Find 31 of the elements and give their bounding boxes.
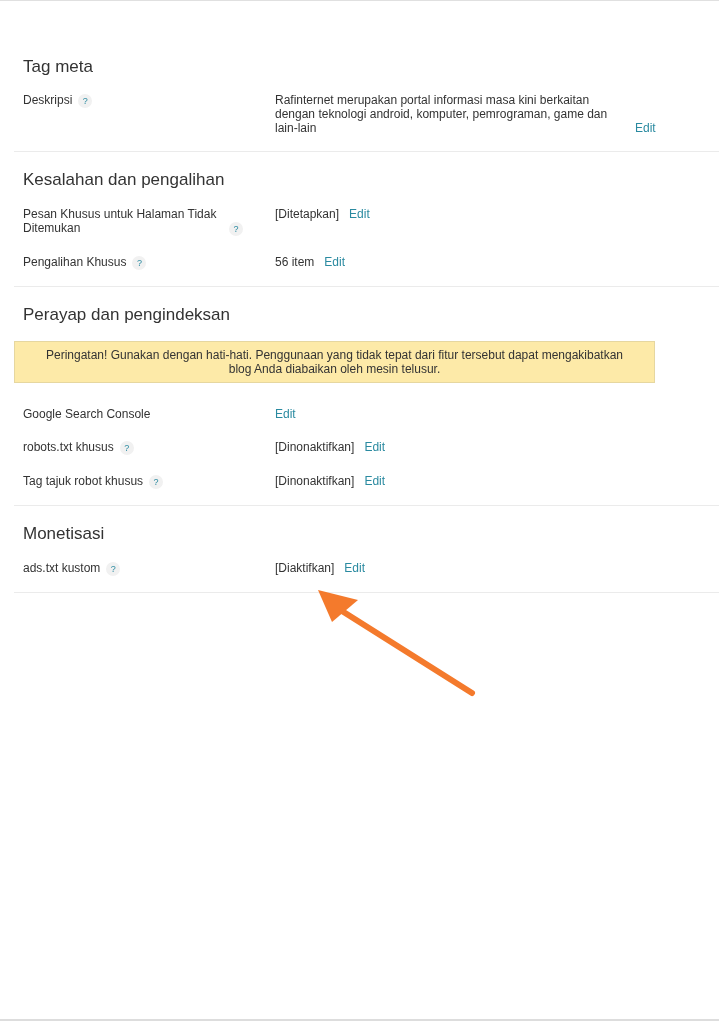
setting-value: [Ditetapkan] [275,206,340,221]
setting-label: Tag tajuk robot khusus [23,474,144,489]
setting-label: Pesan Khusus untuk Halaman Tidak Ditemukan [23,206,218,235]
setting-label: Deskripsi [23,93,73,108]
edit-link[interactable]: Edit [635,121,656,136]
setting-label: ads.txt kustom [23,560,101,575]
help-icon[interactable]: ? [229,221,243,236]
setting-label: Google Search Console [23,407,151,422]
edit-link[interactable]: Edit [349,206,370,221]
edit-link[interactable]: Edit [344,560,366,575]
warning-banner: Peringatan! Gunakan dengan hati-hati. Penggunaan yang tidak tepat dari fitur tersebut dapat mengakibatkan blog Anda diabaikan oleh mesin telusur. [14,341,655,384]
section-title: Perayap dan pengindeksan [23,304,231,326]
setting-value: Rafinternet merupakan portal informasi masa kini berkaitan dengan teknologi android, komputer, pemrograman, game dan lain-lain [275,93,609,136]
section-title: Tag meta [23,57,94,78]
edit-link[interactable]: Edit [324,254,346,269]
setting-value: [Diaktifkan] [275,560,335,575]
setting-label: robots.txt khusus [23,440,114,455]
setting-value: 56 item [275,254,315,269]
setting-value: [Dinonaktifkan] [275,474,355,489]
edit-link[interactable]: Edit [364,474,386,489]
help-icon[interactable]: ? [149,475,164,490]
setting-label: Pengalihan Khusus [23,254,127,269]
help-icon[interactable]: ? [132,255,147,270]
help-icon[interactable]: ? [106,561,121,576]
help-icon[interactable]: ? [78,94,93,109]
help-icon[interactable]: ? [119,441,134,456]
section-title: Kesalahan dan pengalihan [23,170,226,191]
edit-link[interactable]: Edit [275,407,296,422]
edit-link[interactable]: Edit [364,440,386,455]
setting-value: [Dinonaktifkan] [275,440,355,455]
section-title: Monetisasi [23,524,106,545]
